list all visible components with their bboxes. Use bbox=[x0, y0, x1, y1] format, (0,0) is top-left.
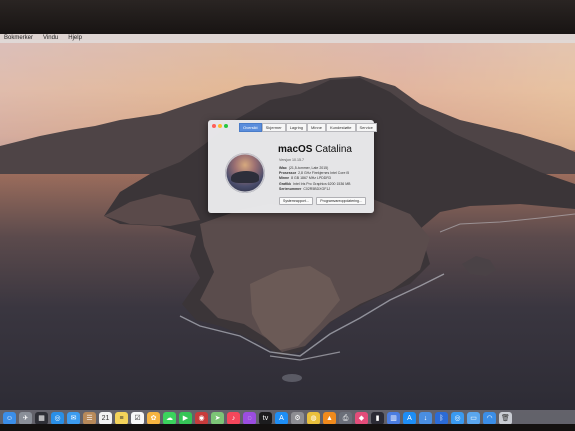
os-title: macOS Catalina bbox=[278, 144, 352, 155]
calendar-icon[interactable]: 21 bbox=[99, 411, 112, 425]
os-name-light: Catalina bbox=[315, 144, 352, 155]
photos-icon[interactable]: ✿ bbox=[147, 411, 160, 425]
spec-row: Serienummer C02R5BDXGF1J bbox=[279, 187, 350, 192]
spec-value: Intel Iris Pro Graphics 6200 1536 MB bbox=[293, 181, 351, 186]
spec-value: 8 GB 1867 MHz LPDDR3 bbox=[291, 176, 331, 181]
maps-icon[interactable]: ➤ bbox=[211, 411, 224, 425]
trash-icon[interactable]: 🗑 bbox=[499, 411, 512, 425]
macos-catalina-logo bbox=[225, 153, 265, 193]
mission-control-icon[interactable]: ▦ bbox=[35, 411, 48, 425]
spec-key: iMac bbox=[279, 166, 287, 170]
menu-window[interactable]: Vindu bbox=[43, 34, 58, 43]
folder-icon[interactable]: ▭ bbox=[467, 411, 480, 425]
spec-value: 2,8 GHz Firekjernes Intel Core i5 bbox=[298, 171, 350, 176]
logo-island-shape bbox=[231, 171, 259, 183]
mail-icon[interactable]: ✉ bbox=[67, 411, 80, 425]
menu-bar: Bokmerker Vindu Hjelp bbox=[0, 34, 575, 43]
spec-key: Prosessor bbox=[279, 171, 297, 176]
tab-overview[interactable]: Oversikt bbox=[239, 123, 262, 132]
tab-bar: Oversikt Skjermer Lagring Minne Kundestø… bbox=[239, 123, 377, 132]
os-version: Versjon 10.15.7 bbox=[279, 158, 304, 162]
podcasts-icon[interactable]: ◌ bbox=[243, 411, 256, 425]
button-row: Systemrapport… Programvareoppdatering… bbox=[279, 197, 367, 205]
system-report-button[interactable]: Systemrapport… bbox=[279, 197, 314, 205]
menu-bookmarks[interactable]: Bokmerker bbox=[4, 34, 33, 43]
window-controls bbox=[212, 124, 228, 128]
monitor-bezel-top bbox=[0, 0, 575, 36]
spec-list: iMac (21,5-tommer, Late 2015) Prosessor 2,… bbox=[279, 166, 350, 192]
app-store-2-icon[interactable]: A bbox=[403, 411, 416, 425]
messages-icon[interactable]: ☁ bbox=[163, 411, 176, 425]
facetime-icon[interactable]: ▶ bbox=[179, 411, 192, 425]
software-update-button[interactable]: Programvareoppdatering… bbox=[316, 197, 367, 205]
about-this-mac-window: Oversikt Skjermer Lagring Minne Kundestø… bbox=[208, 120, 377, 213]
photo-booth-icon[interactable]: ◉ bbox=[195, 411, 208, 425]
downloads-icon[interactable]: ↓ bbox=[419, 411, 432, 425]
tab-service[interactable]: Service bbox=[355, 123, 377, 132]
system-preferences-icon[interactable]: ⚙ bbox=[291, 411, 304, 425]
tab-displays[interactable]: Skjermer bbox=[261, 123, 286, 132]
spec-key: Minne bbox=[279, 176, 290, 181]
audio-icon[interactable]: ▮ bbox=[371, 411, 384, 425]
reminders-icon[interactable]: ☑ bbox=[131, 411, 144, 425]
music-icon[interactable]: ♪ bbox=[227, 411, 240, 425]
monitor-bezel-bottom bbox=[0, 424, 575, 431]
app-icon[interactable]: ◆ bbox=[355, 411, 368, 425]
minimize-button[interactable] bbox=[218, 124, 222, 128]
airdrop-icon[interactable]: ◎ bbox=[451, 411, 464, 425]
spec-value: C02R5BDXGF1J bbox=[303, 186, 331, 191]
contacts-icon[interactable]: ☰ bbox=[83, 411, 96, 425]
spec-key: Grafikk bbox=[279, 181, 292, 186]
app-store-icon[interactable]: A bbox=[275, 411, 288, 425]
safari-icon[interactable]: ◎ bbox=[51, 411, 64, 425]
tab-memory[interactable]: Minne bbox=[307, 123, 326, 132]
desktop-screen: Bokmerker Vindu Hjelp Oversikt Skjermer … bbox=[0, 34, 575, 426]
vlc-icon[interactable]: ▲ bbox=[323, 411, 336, 425]
os-name-bold: macOS bbox=[278, 144, 313, 155]
wallpaper-island bbox=[0, 76, 575, 382]
launchpad-icon[interactable]: ✈ bbox=[19, 411, 32, 425]
finder-icon[interactable]: ☺ bbox=[3, 411, 16, 425]
spec-value: (21,5-tommer, Late 2015) bbox=[288, 166, 329, 170]
equalizer-icon[interactable]: ▥ bbox=[387, 411, 400, 425]
zoom-button[interactable] bbox=[224, 124, 228, 128]
bluetooth-icon[interactable]: ᛒ bbox=[435, 411, 448, 425]
close-button[interactable] bbox=[212, 124, 216, 128]
printer-icon[interactable]: ⎙ bbox=[339, 411, 352, 425]
tv-icon[interactable]: tv bbox=[259, 411, 272, 425]
menu-help[interactable]: Hjelp bbox=[68, 34, 82, 43]
chrome-icon[interactable]: ◍ bbox=[307, 411, 320, 425]
notes-icon[interactable]: ≡ bbox=[115, 411, 128, 425]
tab-storage[interactable]: Lagring bbox=[285, 123, 308, 132]
wifi-icon[interactable]: ◠ bbox=[483, 411, 496, 425]
tab-support[interactable]: Kundestøtte bbox=[325, 123, 356, 132]
spec-key: Serienummer bbox=[279, 186, 302, 191]
